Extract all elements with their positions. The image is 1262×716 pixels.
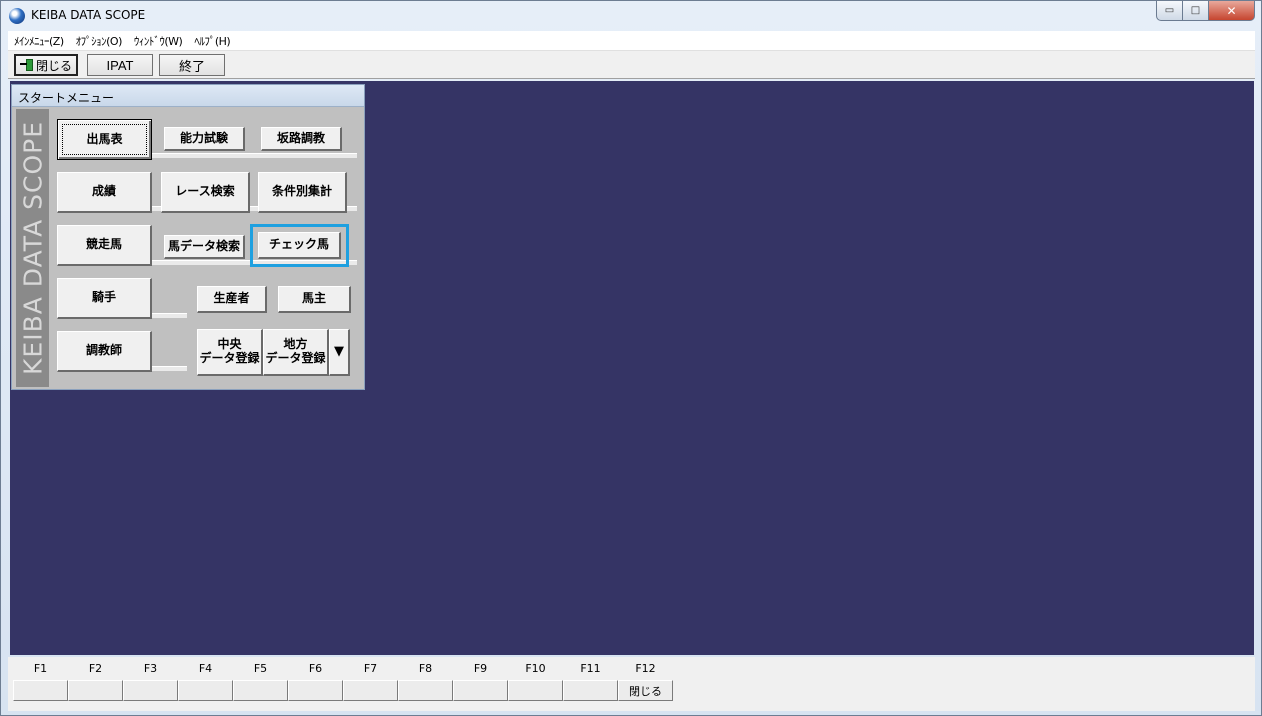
fkey-label-f9: F9 <box>473 662 488 675</box>
entries-button[interactable]: 出馬表 <box>57 119 152 160</box>
central-data-register-button[interactable]: 中央 データ登録 <box>197 329 263 376</box>
function-key-bar: F1 F2 F3 F4 F5 F6 F7 F8 F9 F10 F11 F12 閉… <box>8 657 1255 711</box>
central-register-line1: 中央 <box>217 337 242 352</box>
fkey-label-f8: F8 <box>418 662 433 675</box>
conditional-stats-button[interactable]: 条件別集計 <box>258 172 347 213</box>
central-register-line2: データ登録 <box>199 351 260 365</box>
fkey-button-f10[interactable] <box>508 680 563 701</box>
fkey-button-f1[interactable] <box>13 680 68 701</box>
menu-bar: ﾒｲﾝﾒﾆｭｰ(Z) ｵﾌﾟｼｮﾝ(O) ｳｨﾝﾄﾞｳ(W) ﾍﾙﾌﾟ(H) <box>8 31 1255 51</box>
app-globe-icon <box>9 8 25 24</box>
toolbar: 閉じる IPAT 終了 <box>8 51 1255 79</box>
fkey-label-f1: F1 <box>33 662 48 675</box>
menu-help[interactable]: ﾍﾙﾌﾟ(H) <box>188 33 236 49</box>
menu-main[interactable]: ﾒｲﾝﾒﾆｭｰ(Z) <box>8 33 70 49</box>
owner-button[interactable]: 馬主 <box>278 286 351 313</box>
racehorse-button[interactable]: 競走馬 <box>57 225 152 266</box>
close-window-button[interactable]: ✕ <box>1209 1 1255 21</box>
fkey-label-f12: F12 <box>635 662 656 675</box>
race-search-button[interactable]: レース検索 <box>161 172 250 213</box>
local-register-line2: データ登録 <box>265 351 326 365</box>
triangle-down-icon: ▼ <box>334 343 344 359</box>
window-title: KEIBA DATA SCOPE <box>31 8 146 22</box>
fkey-button-f3[interactable] <box>123 680 178 701</box>
ipat-button[interactable]: IPAT <box>87 54 153 76</box>
fkey-button-f6[interactable] <box>288 680 343 701</box>
fkey-label-f2: F2 <box>88 662 103 675</box>
start-menu-window: スタートメニュー KEIBA DATA SCOPE 出馬表 能力試験 坂路調教 … <box>11 84 365 390</box>
fkey-label-f4: F4 <box>198 662 213 675</box>
maximize-button[interactable]: □ <box>1183 1 1209 21</box>
fkey-button-f4[interactable] <box>178 680 233 701</box>
row1-ledge <box>152 153 357 158</box>
trainer-button[interactable]: 調教師 <box>57 331 152 372</box>
fkey-button-f7[interactable] <box>343 680 398 701</box>
row5-ledge <box>152 366 187 371</box>
toolbar-close-button[interactable]: 閉じる <box>14 54 78 76</box>
minimize-button[interactable]: ▭ <box>1156 1 1183 21</box>
more-dropdown-button[interactable]: ▼ <box>329 329 350 376</box>
slope-training-button[interactable]: 坂路調教 <box>261 127 342 151</box>
row4-ledge <box>152 313 187 318</box>
check-horse-button[interactable]: チェック馬 <box>258 232 341 259</box>
ability-test-button[interactable]: 能力試験 <box>164 127 245 151</box>
title-bar[interactable]: KEIBA DATA SCOPE ▭ □ ✕ <box>1 1 1261 31</box>
app-window: KEIBA DATA SCOPE ▭ □ ✕ ﾒｲﾝﾒﾆｭｰ(Z) ｵﾌﾟｼｮﾝ… <box>0 0 1262 716</box>
fkey-label-f7: F7 <box>363 662 378 675</box>
side-banner: KEIBA DATA SCOPE <box>16 109 49 387</box>
horse-data-search-button[interactable]: 馬データ検索 <box>164 235 245 259</box>
fkey-label-f11: F11 <box>580 662 601 675</box>
window-controls: ▭ □ ✕ <box>1156 1 1255 21</box>
exit-door-icon <box>19 58 34 72</box>
fkey-label-f6: F6 <box>308 662 323 675</box>
fkey-button-f11[interactable] <box>563 680 618 701</box>
breeder-button[interactable]: 生産者 <box>197 286 267 313</box>
fkey-label-f3: F3 <box>143 662 158 675</box>
menu-window[interactable]: ｳｨﾝﾄﾞｳ(W) <box>128 33 188 49</box>
fkey-button-f5[interactable] <box>233 680 288 701</box>
local-register-line1: 地方 <box>283 337 308 352</box>
start-menu-title[interactable]: スタートメニュー <box>12 85 364 107</box>
fkey-button-f8[interactable] <box>398 680 453 701</box>
fkey-label-f5: F5 <box>253 662 268 675</box>
fkey-button-f2[interactable] <box>68 680 123 701</box>
results-button[interactable]: 成績 <box>57 172 152 213</box>
fkey-button-f12[interactable]: 閉じる <box>618 680 673 701</box>
fkey-button-f9[interactable] <box>453 680 508 701</box>
local-data-register-button[interactable]: 地方 データ登録 <box>263 329 329 376</box>
side-banner-text: KEIBA DATA SCOPE <box>18 121 47 375</box>
menu-options[interactable]: ｵﾌﾟｼｮﾝ(O) <box>70 33 128 49</box>
exit-button[interactable]: 終了 <box>159 54 225 76</box>
toolbar-close-label: 閉じる <box>35 58 72 73</box>
jockey-button[interactable]: 騎手 <box>57 278 152 319</box>
fkey-label-f10: F10 <box>525 662 546 675</box>
